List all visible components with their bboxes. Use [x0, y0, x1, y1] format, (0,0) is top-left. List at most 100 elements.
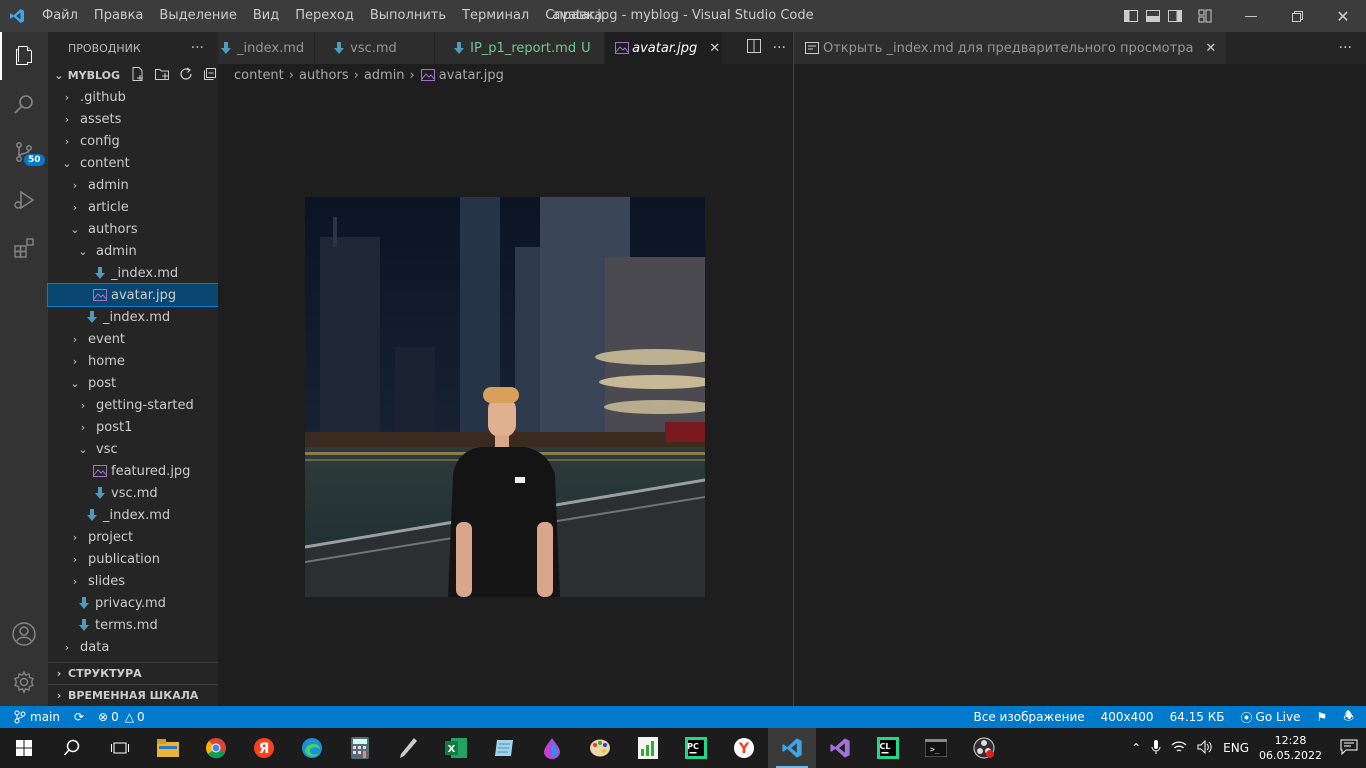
action-center-icon[interactable] — [1340, 739, 1358, 758]
menu-item[interactable]: Терминал — [454, 0, 537, 32]
feedback-icon[interactable]: ⚑ — [1316, 710, 1327, 724]
tab-preview-index-md[interactable]: Открыть _index.md для предварительного п… — [794, 32, 1228, 64]
close-tab-icon[interactable]: ✕ — [709, 41, 720, 56]
tree-file[interactable]: _index.md — [48, 504, 218, 526]
tree-folder[interactable]: ⌄ vsc — [48, 438, 218, 460]
tree-folder[interactable]: ⌄ post — [48, 372, 218, 394]
explorer-icon[interactable] — [0, 32, 48, 80]
yandex-app-icon[interactable]: Y — [720, 728, 768, 768]
show-hidden-icons-icon[interactable]: ⌃ — [1131, 741, 1141, 755]
source-control-icon[interactable]: 50 — [0, 128, 48, 176]
branch-indicator[interactable]: main — [14, 710, 60, 724]
accounts-icon[interactable] — [0, 610, 48, 658]
search-icon[interactable] — [0, 80, 48, 128]
toggle-panel-icon[interactable] — [1142, 0, 1164, 32]
tree-file[interactable]: terms.md — [48, 614, 218, 636]
breadcrumb-item[interactable]: authors — [299, 68, 349, 83]
tree-file[interactable]: vsc.md — [48, 482, 218, 504]
tab-ip-report-md[interactable]: IP_p1_report.md U — [435, 32, 606, 64]
collapse-all-icon[interactable] — [202, 66, 218, 85]
vscode-taskbar-icon[interactable] — [768, 728, 816, 768]
menu-item[interactable]: Справка — [537, 0, 610, 32]
wifi-icon[interactable] — [1171, 740, 1187, 757]
calculator-icon[interactable] — [336, 728, 384, 768]
editor-more-actions-icon[interactable]: ··· — [1339, 40, 1352, 56]
tree-folder[interactable]: › post1 — [48, 416, 218, 438]
tree-file[interactable]: _index.md — [48, 262, 218, 284]
go-live-button[interactable]: ⦿ Go Live — [1241, 709, 1301, 726]
pycharm-icon[interactable]: PC — [672, 728, 720, 768]
tree-file[interactable]: featured.jpg — [48, 460, 218, 482]
toggle-secondary-sidebar-icon[interactable] — [1164, 0, 1186, 32]
tree-file[interactable]: avatar.jpg — [47, 283, 219, 307]
clock[interactable]: 12:28 06.05.2022 — [1259, 733, 1322, 763]
tree-folder[interactable]: › article — [48, 196, 218, 218]
outline-section[interactable]: › СТРУКТУРА — [48, 662, 218, 684]
extensions-icon[interactable] — [0, 224, 48, 272]
settings-gear-icon[interactable] — [0, 658, 48, 706]
paint-palette-icon[interactable] — [576, 728, 624, 768]
tree-folder[interactable]: › .github — [48, 86, 218, 108]
tree-folder[interactable]: › assets — [48, 108, 218, 130]
tree-folder[interactable]: › config — [48, 130, 218, 152]
file-explorer-icon[interactable] — [144, 728, 192, 768]
tree-folder[interactable]: › slides — [48, 570, 218, 592]
close-tab-icon[interactable]: ✕ — [1205, 41, 1216, 56]
yandex-browser-icon[interactable]: Я — [240, 728, 288, 768]
breadcrumb-item[interactable]: content — [234, 68, 284, 83]
menu-item[interactable]: Выполнить — [362, 0, 454, 32]
input-language[interactable]: ENG — [1223, 741, 1249, 755]
pen-app-icon[interactable] — [384, 728, 432, 768]
image-zoom-status[interactable]: Все изображение — [974, 710, 1085, 724]
charts-app-icon[interactable] — [624, 728, 672, 768]
tab-vsc-md[interactable]: vsc.md — [315, 32, 436, 64]
edge-icon[interactable] — [288, 728, 336, 768]
split-editor-icon[interactable] — [746, 39, 761, 57]
notepad-app-icon[interactable] — [480, 728, 528, 768]
tree-folder[interactable]: ⌄ authors — [48, 218, 218, 240]
tree-folder[interactable]: ⌄ admin — [48, 240, 218, 262]
chrome-icon[interactable] — [192, 728, 240, 768]
excel-icon[interactable]: X — [432, 728, 480, 768]
tab-index-md[interactable]: _index.md — [218, 32, 316, 64]
tree-folder[interactable]: › event — [48, 328, 218, 350]
more-actions-icon[interactable]: ··· — [191, 40, 204, 56]
menu-item[interactable]: Переход — [287, 0, 362, 32]
task-view-icon[interactable] — [96, 728, 144, 768]
tab-avatar-jpg[interactable]: avatar.jpg ✕ — [605, 32, 724, 64]
toggle-sidebar-icon[interactable] — [1120, 0, 1142, 32]
refresh-icon[interactable] — [178, 66, 194, 85]
terminal-icon[interactable]: >_ — [912, 728, 960, 768]
volume-icon[interactable] — [1197, 739, 1213, 757]
paint-app-icon[interactable] — [528, 728, 576, 768]
menu-item[interactable]: Файл — [34, 0, 86, 32]
minimize-button[interactable]: — — [1228, 0, 1274, 32]
sync-icon[interactable]: ⟳ — [74, 710, 84, 724]
workspace-root[interactable]: ⌄ MYBLOG — [48, 64, 218, 86]
tree-folder[interactable]: › project — [48, 526, 218, 548]
tree-folder[interactable]: › admin — [48, 174, 218, 196]
new-folder-icon[interactable] — [154, 66, 170, 85]
tree-file[interactable]: privacy.md — [48, 592, 218, 614]
tree-folder[interactable]: › home — [48, 350, 218, 372]
close-window-button[interactable]: ✕ — [1320, 0, 1366, 32]
start-button[interactable] — [0, 728, 48, 768]
editor-more-actions-icon[interactable]: ··· — [773, 40, 786, 56]
new-file-icon[interactable] — [130, 66, 146, 85]
menu-item[interactable]: Выделение — [151, 0, 244, 32]
timeline-section[interactable]: › ВРЕМЕННАЯ ШКАЛА — [48, 684, 218, 706]
menu-item[interactable]: Правка — [86, 0, 151, 32]
tree-folder[interactable]: › getting-started — [48, 394, 218, 416]
customize-layout-icon[interactable] — [1194, 0, 1216, 32]
tree-file[interactable]: _index.md — [48, 306, 218, 328]
breadcrumb-item[interactable]: admin — [364, 68, 405, 83]
clion-icon[interactable]: CL — [864, 728, 912, 768]
menu-item[interactable]: Вид — [245, 0, 287, 32]
microphone-icon[interactable] — [1151, 739, 1161, 758]
tree-folder[interactable]: › data — [48, 636, 218, 658]
run-debug-icon[interactable] — [0, 176, 48, 224]
restore-button[interactable] — [1274, 0, 1320, 32]
notifications-bell-icon[interactable]: 🕭 — [1343, 707, 1354, 728]
obs-icon[interactable] — [960, 728, 1008, 768]
tree-folder[interactable]: ⌄ content — [48, 152, 218, 174]
